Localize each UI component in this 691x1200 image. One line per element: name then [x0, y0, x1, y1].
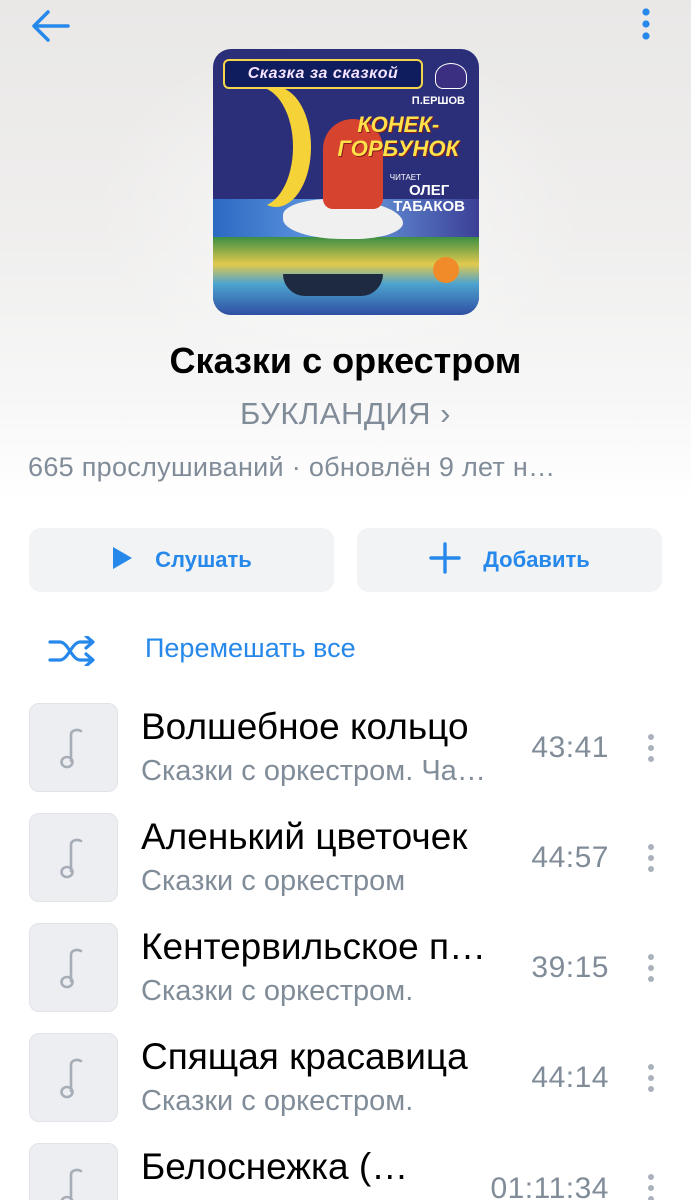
cover-moon — [223, 87, 293, 207]
playlist-title: Сказки с оркестром — [169, 340, 522, 381]
play-icon — [111, 546, 133, 575]
track-subtitle: Сказки с оркестром. — [141, 1085, 414, 1117]
track-row[interactable]: Спящая красавица Сказки с оркестром. 44:… — [0, 1033, 691, 1143]
cover-reads: ЧИТАЕТ — [389, 173, 421, 182]
music-note-icon — [59, 1058, 82, 1098]
music-note-icon — [59, 728, 82, 768]
track-thumbnail — [29, 923, 118, 1012]
track-thumbnail — [29, 813, 118, 902]
cover-title-line2: ГОРБУНОК — [337, 136, 459, 161]
cover-title: КОНЕК- ГОРБУНОК — [338, 113, 459, 161]
track-thumbnail — [29, 1033, 118, 1122]
more-vertical-icon — [648, 844, 654, 872]
more-vertical-icon — [648, 734, 654, 762]
track-row[interactable]: Кентервильское привидение Сказки с оркес… — [0, 923, 691, 1033]
back-button[interactable] — [30, 8, 74, 44]
more-vertical-icon — [648, 1174, 654, 1200]
cover-banner: Сказка за сказкой — [223, 59, 423, 89]
track-title: Аленький цветочек — [141, 816, 468, 857]
arrow-left-icon — [32, 10, 70, 42]
track-row[interactable]: Белоснежка (… 01:11:34 — [0, 1143, 691, 1200]
top-bar — [0, 0, 691, 56]
playlist-cover: Сказка за сказкой П.ЕРШОВ КОНЕК- ГОРБУНО… — [213, 49, 479, 315]
more-vertical-icon — [642, 8, 650, 40]
track-more-button[interactable] — [640, 1061, 662, 1097]
add-button[interactable]: Добавить — [357, 528, 662, 592]
track-row[interactable]: Аленький цветочек Сказки с оркестром 44:… — [0, 813, 691, 923]
track-title: Волшебное кольцо — [141, 706, 469, 747]
more-vertical-icon — [648, 954, 654, 982]
track-row[interactable]: Волшебное кольцо Сказки с оркестром. Час… — [0, 703, 691, 813]
track-more-button[interactable] — [640, 951, 662, 987]
track-duration: 44:14 — [531, 1061, 609, 1094]
track-more-button[interactable] — [640, 841, 662, 877]
cover-reader-line1: ОЛЕГ — [408, 182, 450, 199]
track-duration: 01:11:34 — [490, 1172, 609, 1200]
track-more-button[interactable] — [640, 731, 662, 767]
track-more-button[interactable] — [640, 1171, 662, 1200]
cover-sun — [433, 257, 459, 283]
cover-label-logo — [435, 63, 467, 89]
cover-reader-line2: ТАБАКОВ — [393, 198, 465, 215]
owner-link[interactable]: БУКЛАНДИЯ › — [0, 396, 691, 432]
listen-button-label: Слушать — [155, 547, 252, 572]
track-duration: 43:41 — [531, 731, 609, 764]
cover-reader: ОЛЕГ ТАБАКОВ — [393, 183, 465, 215]
shuffle-label: Перемешать все — [145, 633, 356, 663]
track-duration: 39:15 — [531, 951, 609, 984]
shuffle-icon — [48, 634, 96, 671]
track-title: Кентервильское привидение — [141, 926, 496, 967]
music-note-icon — [59, 838, 82, 878]
music-note-icon — [59, 948, 82, 988]
cover-author: П.ЕРШОВ — [411, 95, 465, 107]
cover-title-line1: КОНЕК- — [357, 112, 440, 137]
add-button-label: Добавить — [483, 547, 590, 572]
plus-icon — [429, 541, 461, 579]
track-thumbnail — [29, 703, 118, 792]
track-subtitle: Сказки с оркестром — [141, 865, 406, 897]
playlist-meta: 665 прослушиваний · обновлён 9 лет н… — [28, 452, 556, 482]
more-vertical-icon — [648, 1064, 654, 1092]
shuffle-all-button[interactable]: Перемешать все — [48, 625, 448, 675]
track-title: Спящая красавица — [141, 1036, 468, 1077]
track-thumbnail — [29, 1143, 118, 1200]
track-title: Белоснежка (… — [141, 1146, 409, 1187]
listen-button[interactable]: Слушать — [29, 528, 334, 592]
track-duration: 44:57 — [531, 841, 609, 874]
cover-boat — [283, 274, 383, 296]
more-button[interactable] — [630, 6, 662, 44]
track-subtitle: Сказки с оркестром. Часть — [141, 755, 486, 787]
track-subtitle: Сказки с оркестром. — [141, 975, 414, 1007]
music-note-icon — [59, 1168, 82, 1200]
